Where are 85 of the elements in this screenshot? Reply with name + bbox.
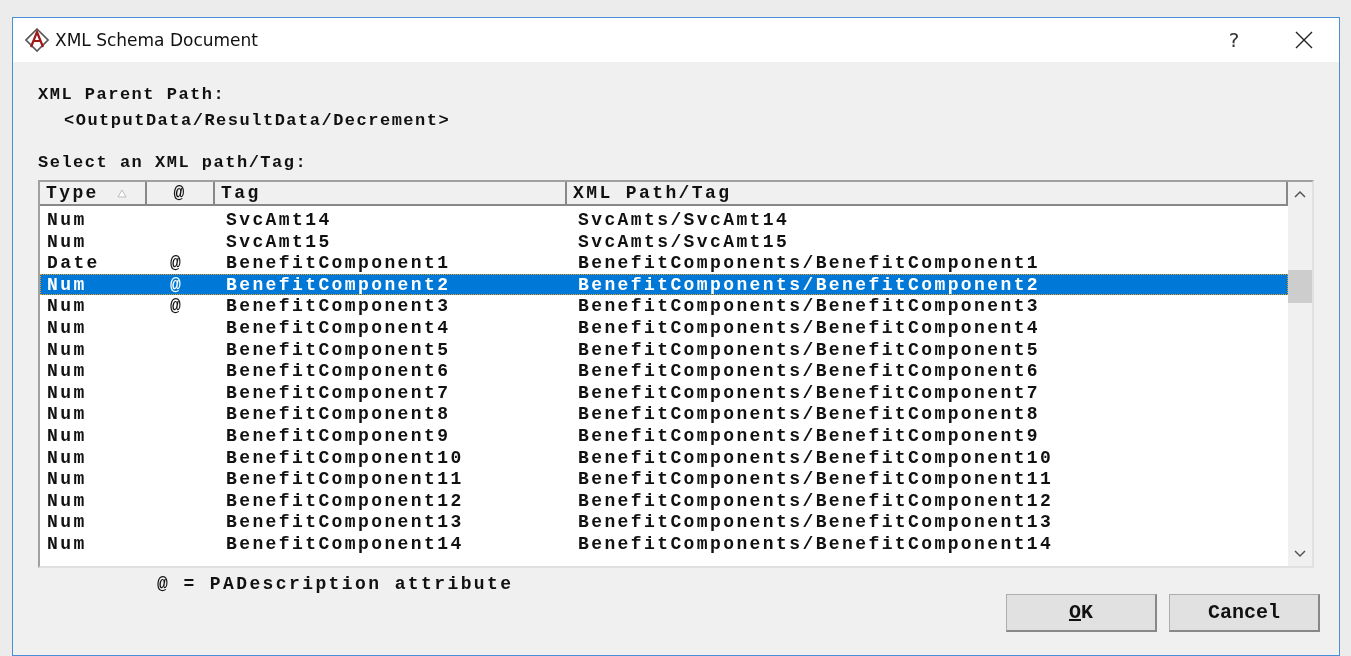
table-row[interactable]: Num BenefitComponent12 BenefitComponents/BenefitComponent12: [40, 489, 1288, 512]
table-cell: BenefitComponent6: [226, 361, 451, 382]
table-row[interactable]: Num BenefitComponent9 BenefitComponents/BenefitComponent9: [40, 424, 1288, 447]
letter-a-diamond-icon: [25, 28, 49, 52]
table-cell: BenefitComponents/BenefitComponent7: [578, 382, 1041, 403]
table-cell: BenefitComponent9: [226, 425, 451, 446]
table-cell: Num: [47, 339, 87, 360]
table-cell: Num: [47, 361, 87, 382]
table-row[interactable]: Num SvcAmt14 SvcAmts/SvcAmt14: [40, 209, 1288, 231]
table-row[interactable]: Num BenefitComponent7 BenefitComponents/BenefitComponent7: [40, 381, 1288, 404]
table-cell: BenefitComponents/BenefitComponent14: [578, 533, 1054, 554]
table-cell: BenefitComponents/BenefitComponent5: [578, 339, 1041, 360]
table-cell: BenefitComponent3: [226, 296, 451, 317]
table-row[interactable]: Num @ BenefitComponent3 BenefitComponents/BenefitComponent3: [40, 295, 1288, 317]
column-header[interactable]: Tag: [215, 182, 567, 206]
parent-path-value: <OutputData/ResultData/Decrement>: [63, 110, 452, 132]
table-cell: BenefitComponent4: [226, 317, 451, 338]
table-cell: BenefitComponent5: [226, 339, 451, 360]
table-row[interactable]: Num BenefitComponent5 BenefitComponents/BenefitComponent5: [40, 338, 1288, 361]
table-cell: BenefitComponents/BenefitComponent4: [578, 317, 1041, 338]
table-cell: BenefitComponents/BenefitComponent9: [578, 425, 1041, 446]
column-header[interactable]: @: [147, 182, 215, 206]
table-cell: BenefitComponent2: [226, 274, 451, 295]
table-cell: BenefitComponent13: [226, 512, 464, 533]
window-title: XML Schema Document: [55, 30, 258, 50]
help-button[interactable]: ?: [1199, 18, 1269, 62]
table-cell: Num: [47, 404, 87, 425]
scroll-up-icon: [1294, 190, 1306, 198]
table-cell: BenefitComponents/BenefitComponent10: [578, 447, 1054, 468]
table-cell: BenefitComponent12: [226, 490, 464, 511]
table-cell: SvcAmt14: [226, 210, 332, 230]
table-row[interactable]: Num BenefitComponent11 BenefitComponents/BenefitComponent11: [40, 468, 1288, 490]
table-cell: SvcAmt15: [226, 231, 332, 252]
table-cell: Num: [47, 382, 87, 403]
table-cell: BenefitComponents/BenefitComponent2: [578, 274, 1041, 295]
column-header[interactable]: XML Path/Tag: [567, 182, 1288, 206]
table-cell: Num: [47, 425, 87, 446]
table-cell: Num: [47, 490, 87, 511]
table-cell: Num: [47, 533, 87, 554]
select-path-label: Select an XML path/Tag:: [38, 152, 309, 174]
table-row[interactable]: Num BenefitComponent13 BenefitComponents/BenefitComponent13: [40, 511, 1288, 533]
table-row[interactable]: Num @ BenefitComponent2 BenefitComponents/BenefitComponent2: [40, 273, 1288, 296]
table-cell: @: [170, 253, 184, 274]
table-cell: SvcAmts/SvcAmt15: [578, 231, 790, 252]
dialog-button[interactable]: Cancel: [1169, 594, 1320, 632]
table-cell: BenefitComponents/BenefitComponent11: [578, 469, 1054, 490]
table-cell: Num: [47, 317, 87, 338]
table-cell: BenefitComponent10: [226, 447, 464, 468]
table-cell: Num: [47, 512, 87, 533]
table-cell: Num: [47, 231, 87, 252]
table-cell: BenefitComponent11: [226, 469, 464, 490]
legend-text: @ = PADescription attribute: [157, 574, 515, 596]
table-row[interactable]: Num SvcAmt15 SvcAmts/SvcAmt15: [40, 230, 1288, 253]
table-cell: Num: [47, 274, 87, 295]
table-cell: BenefitComponent1: [226, 253, 451, 274]
table-cell: @: [170, 296, 184, 317]
vertical-scrollbar[interactable]: [1288, 182, 1312, 566]
scrollbar-thumb[interactable]: [1288, 270, 1312, 303]
table-cell: SvcAmts/SvcAmt14: [578, 210, 790, 230]
table-cell: BenefitComponent14: [226, 533, 464, 554]
table-cell: BenefitComponent7: [226, 382, 451, 403]
table-row[interactable]: Num BenefitComponent6 BenefitComponents/BenefitComponent6: [40, 360, 1288, 382]
table-cell: BenefitComponents/BenefitComponent6: [578, 361, 1041, 382]
table-cell: BenefitComponents/BenefitComponent12: [578, 490, 1054, 511]
table-cell: @: [170, 274, 184, 295]
table-cell: Num: [47, 469, 87, 490]
table-row[interactable]: Num BenefitComponent4 BenefitComponents/BenefitComponent4: [40, 316, 1288, 339]
close-icon: [1295, 31, 1313, 49]
table-cell: Num: [47, 210, 87, 230]
table-row[interactable]: Num BenefitComponent10 BenefitComponents/BenefitComponent10: [40, 446, 1288, 469]
dialog-button[interactable]: OK: [1006, 594, 1157, 632]
table-row[interactable]: Num BenefitComponent8 BenefitComponents/BenefitComponent8: [40, 403, 1288, 425]
table-cell: BenefitComponents/BenefitComponent3: [578, 296, 1041, 317]
table-cell: BenefitComponent8: [226, 404, 451, 425]
table-cell: BenefitComponents/BenefitComponent1: [578, 253, 1041, 274]
table-cell: Date: [47, 253, 100, 274]
parent-path-label: XML Parent Path:: [38, 84, 227, 106]
table-cell: Num: [47, 296, 87, 317]
table-row[interactable]: Date @ BenefitComponent1 BenefitComponents/BenefitComponent1: [40, 252, 1288, 274]
column-header[interactable]: Type: [40, 182, 147, 206]
table-row[interactable]: Num BenefitComponent14 BenefitComponents/BenefitComponent14: [40, 532, 1288, 555]
table-cell: BenefitComponents/BenefitComponent8: [578, 404, 1041, 425]
table-cell: BenefitComponents/BenefitComponent13: [578, 512, 1054, 533]
table-cell: Num: [47, 447, 87, 468]
scroll-down-icon: [1294, 550, 1306, 558]
